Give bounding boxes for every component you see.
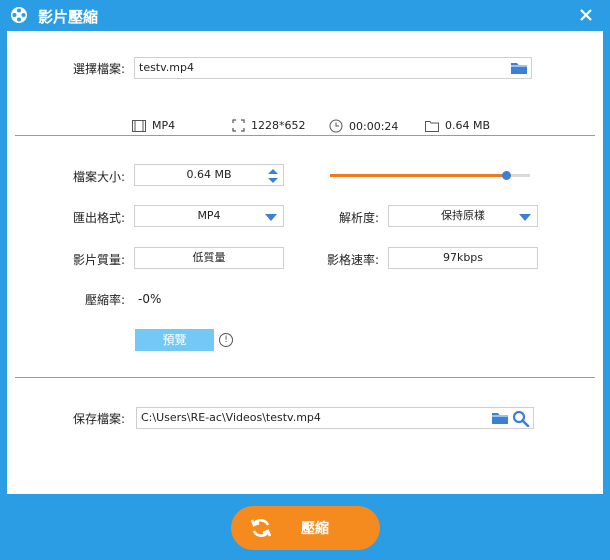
save-path-value: C:\Users\RE-ac\Videos\testv.mp4 bbox=[141, 411, 321, 424]
compress-label: 壓縮 bbox=[301, 521, 329, 537]
save-file-label: 保存檔案: bbox=[72, 412, 125, 426]
clock-icon bbox=[329, 119, 343, 133]
resolution-label: 解析度: bbox=[338, 211, 379, 225]
duration-value: 00:00:24 bbox=[349, 119, 399, 133]
output-format-value: MP4 bbox=[197, 209, 221, 222]
dropdown-arrow-icon bbox=[265, 214, 277, 221]
title-bar: 影片壓縮 bbox=[0, 0, 610, 30]
window-title: 影片壓縮 bbox=[38, 8, 99, 26]
bitrate-label: 影格速率: bbox=[326, 253, 379, 267]
resolution-select-value: 保持原樣 bbox=[441, 209, 485, 222]
file-select-label: 選擇檔案: bbox=[72, 62, 125, 76]
bitrate-value: 97kbps bbox=[442, 251, 484, 264]
file-size-label: 檔案大小: bbox=[72, 170, 125, 184]
compression-value: -0% bbox=[138, 292, 162, 306]
film-icon bbox=[132, 119, 146, 132]
file-select-value: testv.mp4 bbox=[139, 61, 194, 74]
preview-button[interactable]: 預覽 bbox=[135, 329, 214, 351]
bitrate-field[interactable]: 97kbps bbox=[388, 247, 538, 269]
file-size-stepper[interactable]: 0.64 MB bbox=[134, 164, 284, 186]
main-panel: 選擇檔案: testv.mp4 MP4 1228*652 00:00:24 0.… bbox=[7, 31, 603, 494]
resolution-info: 1228*652 bbox=[232, 119, 306, 132]
divider-top bbox=[15, 135, 595, 136]
expand-icon bbox=[232, 119, 245, 132]
quality-label: 影片質量: bbox=[72, 253, 125, 267]
quality-value: 低質量 bbox=[192, 251, 226, 264]
dropdown-arrow-icon bbox=[519, 214, 531, 221]
info-icon[interactable]: ! bbox=[219, 333, 233, 347]
compression-label: 壓縮率: bbox=[84, 293, 125, 307]
save-path-field[interactable]: C:\Users\RE-ac\Videos\testv.mp4 bbox=[136, 407, 534, 429]
format-value: MP4 bbox=[152, 119, 176, 132]
folder-icon[interactable] bbox=[491, 410, 509, 426]
folder-icon[interactable] bbox=[510, 60, 528, 76]
close-button[interactable] bbox=[576, 5, 596, 25]
output-format-label: 匯出格式: bbox=[72, 211, 125, 225]
resolution-value: 1228*652 bbox=[251, 119, 306, 132]
stepper-arrows-icon[interactable] bbox=[267, 167, 279, 185]
duration-info: 00:00:24 bbox=[329, 119, 398, 133]
compress-button[interactable]: 壓縮 bbox=[231, 506, 380, 550]
slider-handle[interactable] bbox=[502, 171, 511, 180]
quality-field[interactable]: 低質量 bbox=[134, 247, 284, 269]
output-format-select[interactable]: MP4 bbox=[134, 205, 284, 227]
file-select-field[interactable]: testv.mp4 bbox=[134, 57, 532, 79]
close-icon bbox=[580, 9, 592, 21]
refresh-icon bbox=[250, 519, 272, 537]
folder-outline-icon bbox=[425, 120, 439, 132]
search-icon[interactable] bbox=[512, 410, 530, 427]
divider-bottom bbox=[15, 377, 595, 378]
slider-fill bbox=[330, 174, 506, 177]
size-value: 0.64 MB bbox=[445, 119, 491, 132]
format-info: MP4 bbox=[132, 119, 175, 132]
size-info: 0.64 MB bbox=[425, 119, 490, 132]
file-size-value: 0.64 MB bbox=[186, 168, 232, 181]
resolution-select[interactable]: 保持原樣 bbox=[388, 205, 538, 227]
file-size-slider[interactable] bbox=[330, 171, 530, 180]
film-reel-icon bbox=[11, 7, 27, 23]
